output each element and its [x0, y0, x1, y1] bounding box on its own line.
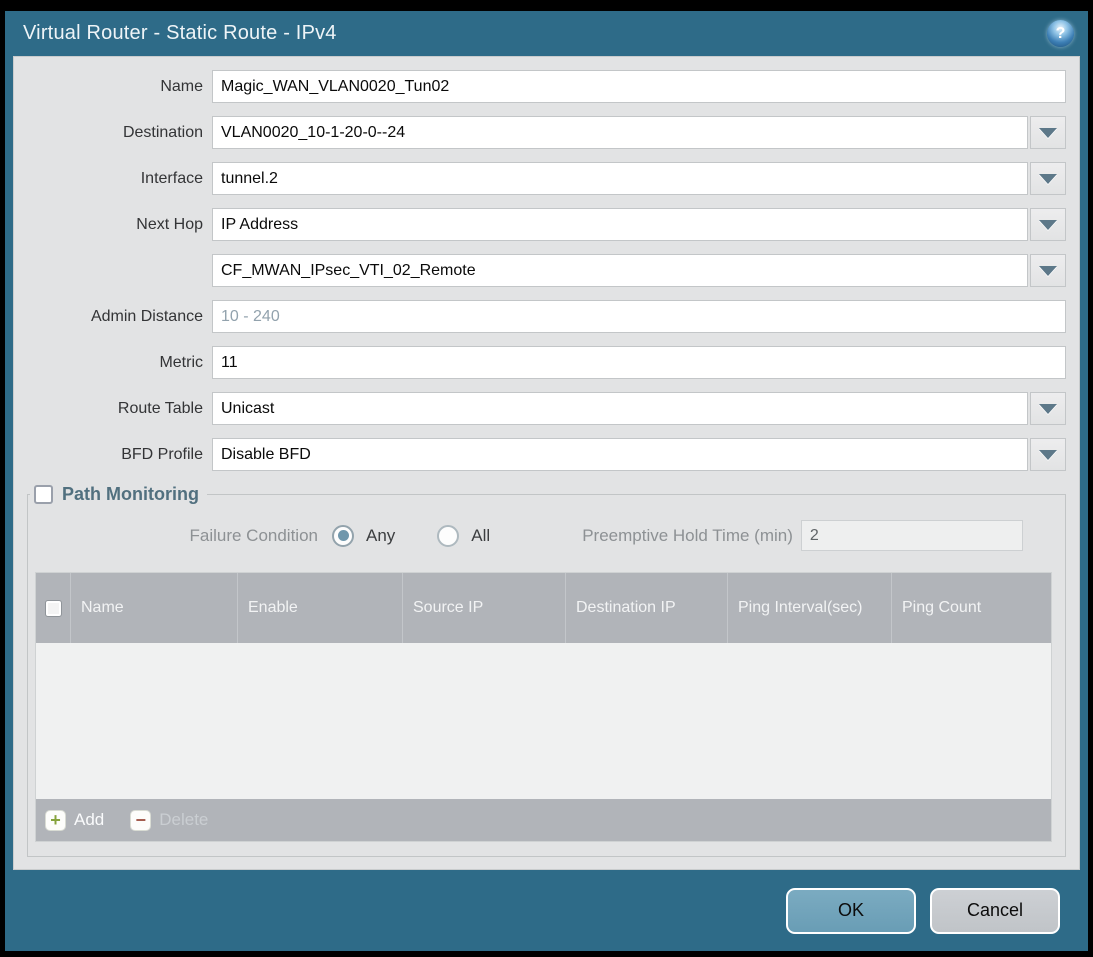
- form-row-route-table: Route Table: [14, 392, 1079, 425]
- table-header-checkbox-cell: [36, 573, 70, 643]
- delete-button[interactable]: − Delete: [130, 810, 208, 831]
- next-hop-address-dropdown-button[interactable]: [1030, 254, 1066, 287]
- next-hop-label: Next Hop: [14, 216, 212, 234]
- delete-button-label: Delete: [159, 810, 208, 830]
- form-row-admin-distance: Admin Distance: [14, 300, 1079, 333]
- form-row-next-hop-address: [14, 254, 1079, 287]
- table-body-empty: [36, 643, 1051, 799]
- interface-dropdown-button[interactable]: [1030, 162, 1066, 195]
- path-monitoring-title: Path Monitoring: [62, 484, 199, 505]
- name-label: Name: [14, 78, 212, 96]
- table-header-ping-count: Ping Count: [891, 573, 1051, 643]
- bfd-profile-dropdown-button[interactable]: [1030, 438, 1066, 471]
- form-row-bfd-profile: BFD Profile: [14, 438, 1079, 471]
- path-monitoring-legend: Path Monitoring: [30, 484, 207, 505]
- table-header-enable: Enable: [237, 573, 402, 643]
- add-button[interactable]: + Add: [45, 810, 104, 831]
- help-icon[interactable]: ?: [1047, 20, 1074, 47]
- route-table-input[interactable]: [212, 392, 1028, 425]
- table-header-name: Name: [70, 573, 237, 643]
- bfd-profile-input[interactable]: [212, 438, 1028, 471]
- destination-label: Destination: [14, 124, 212, 142]
- next-hop-address-input[interactable]: [212, 254, 1028, 287]
- interface-input[interactable]: [212, 162, 1028, 195]
- admin-distance-input[interactable]: [212, 300, 1066, 333]
- cancel-button[interactable]: Cancel: [930, 888, 1060, 934]
- failure-condition-radio-group: Any All: [318, 525, 490, 547]
- route-table-dropdown-button[interactable]: [1030, 392, 1066, 425]
- route-table-label: Route Table: [14, 400, 212, 418]
- radio-all-label: All: [471, 526, 490, 546]
- plus-icon: +: [45, 810, 66, 831]
- path-monitoring-section: Path Monitoring Failure Condition Any Al…: [27, 484, 1066, 857]
- form-row-interface: Interface: [14, 162, 1079, 195]
- dialog-button-bar: OK Cancel: [5, 870, 1088, 951]
- destination-input[interactable]: [212, 116, 1028, 149]
- chevron-down-icon: [1039, 266, 1057, 276]
- dialog-title: Virtual Router - Static Route - IPv4: [23, 22, 1047, 45]
- chevron-down-icon: [1039, 220, 1057, 230]
- table-header-row: Name Enable Source IP Destination IP Pin…: [36, 573, 1051, 643]
- admin-distance-label: Admin Distance: [14, 308, 212, 326]
- preemptive-hold-time-input[interactable]: [801, 520, 1023, 551]
- form-row-destination: Destination: [14, 116, 1079, 149]
- chevron-down-icon: [1039, 174, 1057, 184]
- bfd-profile-label: BFD Profile: [14, 446, 212, 464]
- next-hop-type-input[interactable]: [212, 208, 1028, 241]
- chevron-down-icon: [1039, 404, 1057, 414]
- dialog-content: Name Destination Interface: [13, 56, 1080, 870]
- ok-button[interactable]: OK: [786, 888, 916, 934]
- path-monitoring-table: Name Enable Source IP Destination IP Pin…: [35, 572, 1052, 842]
- radio-any[interactable]: [332, 525, 354, 547]
- table-header-destination-ip: Destination IP: [565, 573, 727, 643]
- radio-any-label: Any: [366, 526, 395, 546]
- form-row-name: Name: [14, 70, 1079, 103]
- table-toolbar: + Add − Delete: [36, 799, 1051, 841]
- failure-condition-label: Failure Condition: [28, 526, 318, 546]
- form-row-next-hop: Next Hop: [14, 208, 1079, 241]
- preemptive-hold-time-label: Preemptive Hold Time (min): [582, 526, 793, 546]
- chevron-down-icon: [1039, 450, 1057, 460]
- failure-condition-row: Failure Condition Any All Preemptive Hol…: [28, 519, 1065, 552]
- dialog-titlebar: Virtual Router - Static Route - IPv4 ?: [5, 11, 1088, 56]
- add-button-label: Add: [74, 810, 104, 830]
- static-route-dialog: Virtual Router - Static Route - IPv4 ? N…: [5, 11, 1088, 951]
- path-monitoring-checkbox[interactable]: [34, 485, 53, 504]
- table-header-ping-interval: Ping Interval(sec): [727, 573, 891, 643]
- name-input[interactable]: [212, 70, 1066, 103]
- radio-dot: [338, 530, 349, 541]
- form-row-metric: Metric: [14, 346, 1079, 379]
- select-all-checkbox[interactable]: [45, 600, 62, 617]
- next-hop-type-dropdown-button[interactable]: [1030, 208, 1066, 241]
- metric-label: Metric: [14, 354, 212, 372]
- table-header-source-ip: Source IP: [402, 573, 565, 643]
- radio-all[interactable]: [437, 525, 459, 547]
- minus-icon: −: [130, 810, 151, 831]
- interface-label: Interface: [14, 170, 212, 188]
- chevron-down-icon: [1039, 128, 1057, 138]
- metric-input[interactable]: [212, 346, 1066, 379]
- destination-dropdown-button[interactable]: [1030, 116, 1066, 149]
